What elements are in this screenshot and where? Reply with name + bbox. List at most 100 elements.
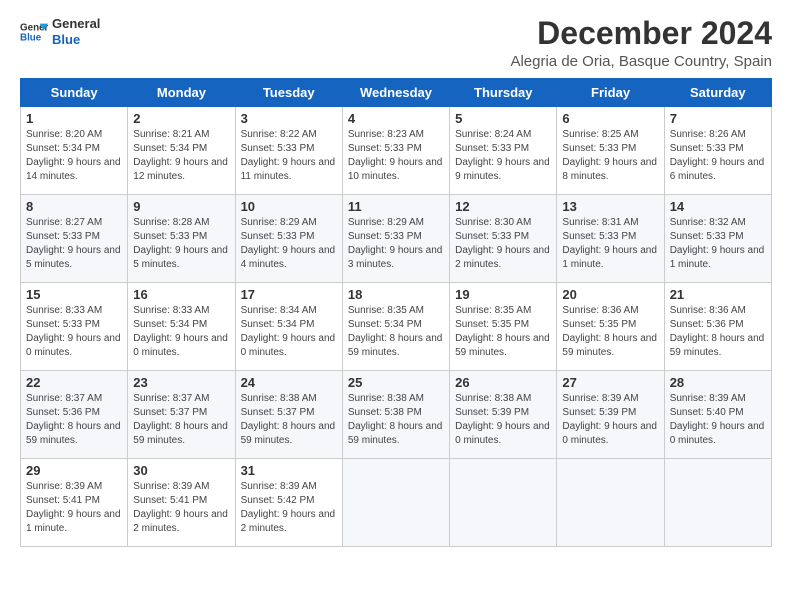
calendar-cell: 16 Sunrise: 8:33 AMSunset: 5:34 PMDaylig… <box>128 283 235 371</box>
header-row: Sunday Monday Tuesday Wednesday Thursday… <box>21 79 772 107</box>
calendar-cell: 19 Sunrise: 8:35 AMSunset: 5:35 PMDaylig… <box>450 283 557 371</box>
day-number: 18 <box>348 287 444 302</box>
day-detail: Sunrise: 8:35 AMSunset: 5:35 PMDaylight:… <box>455 305 550 358</box>
calendar-body: 1 Sunrise: 8:20 AMSunset: 5:34 PMDayligh… <box>21 107 772 547</box>
logo-text: General Blue <box>52 16 100 47</box>
col-thursday: Thursday <box>450 79 557 107</box>
calendar-cell: 24 Sunrise: 8:38 AMSunset: 5:37 PMDaylig… <box>235 371 342 459</box>
month-title: December 2024 <box>510 16 772 51</box>
calendar-cell: 17 Sunrise: 8:34 AMSunset: 5:34 PMDaylig… <box>235 283 342 371</box>
calendar-cell: 7 Sunrise: 8:26 AMSunset: 5:33 PMDayligh… <box>664 107 771 195</box>
day-detail: Sunrise: 8:37 AMSunset: 5:36 PMDaylight:… <box>26 393 121 446</box>
day-detail: Sunrise: 8:38 AMSunset: 5:38 PMDaylight:… <box>348 393 443 446</box>
day-detail: Sunrise: 8:34 AMSunset: 5:34 PMDaylight:… <box>241 305 336 358</box>
svg-text:Blue: Blue <box>20 32 42 43</box>
page-container: General Blue General Blue December 2024 … <box>20 16 772 547</box>
calendar-cell: 3 Sunrise: 8:22 AMSunset: 5:33 PMDayligh… <box>235 107 342 195</box>
day-number: 16 <box>133 287 229 302</box>
day-number: 7 <box>670 111 766 126</box>
calendar-cell: 4 Sunrise: 8:23 AMSunset: 5:33 PMDayligh… <box>342 107 449 195</box>
day-number: 31 <box>241 463 337 478</box>
day-detail: Sunrise: 8:28 AMSunset: 5:33 PMDaylight:… <box>133 217 228 270</box>
day-number: 29 <box>26 463 122 478</box>
day-detail: Sunrise: 8:39 AMSunset: 5:39 PMDaylight:… <box>562 393 657 446</box>
day-detail: Sunrise: 8:23 AMSunset: 5:33 PMDaylight:… <box>348 129 443 182</box>
day-number: 25 <box>348 375 444 390</box>
col-friday: Friday <box>557 79 664 107</box>
day-number: 6 <box>562 111 658 126</box>
calendar-cell: 8 Sunrise: 8:27 AMSunset: 5:33 PMDayligh… <box>21 195 128 283</box>
day-number: 12 <box>455 199 551 214</box>
title-block: December 2024 Alegria de Oria, Basque Co… <box>510 16 772 70</box>
calendar-cell: 23 Sunrise: 8:37 AMSunset: 5:37 PMDaylig… <box>128 371 235 459</box>
calendar-cell: 30 Sunrise: 8:39 AMSunset: 5:41 PMDaylig… <box>128 459 235 547</box>
day-detail: Sunrise: 8:38 AMSunset: 5:37 PMDaylight:… <box>241 393 336 446</box>
day-number: 2 <box>133 111 229 126</box>
day-detail: Sunrise: 8:29 AMSunset: 5:33 PMDaylight:… <box>241 217 336 270</box>
day-number: 19 <box>455 287 551 302</box>
day-detail: Sunrise: 8:30 AMSunset: 5:33 PMDaylight:… <box>455 217 550 270</box>
day-number: 23 <box>133 375 229 390</box>
calendar-cell: 26 Sunrise: 8:38 AMSunset: 5:39 PMDaylig… <box>450 371 557 459</box>
day-number: 27 <box>562 375 658 390</box>
day-number: 3 <box>241 111 337 126</box>
day-detail: Sunrise: 8:35 AMSunset: 5:34 PMDaylight:… <box>348 305 443 358</box>
header: General Blue General Blue December 2024 … <box>20 16 772 70</box>
day-detail: Sunrise: 8:37 AMSunset: 5:37 PMDaylight:… <box>133 393 228 446</box>
calendar-cell: 18 Sunrise: 8:35 AMSunset: 5:34 PMDaylig… <box>342 283 449 371</box>
calendar-cell: 25 Sunrise: 8:38 AMSunset: 5:38 PMDaylig… <box>342 371 449 459</box>
day-detail: Sunrise: 8:39 AMSunset: 5:42 PMDaylight:… <box>241 481 336 534</box>
calendar-cell: 14 Sunrise: 8:32 AMSunset: 5:33 PMDaylig… <box>664 195 771 283</box>
day-number: 30 <box>133 463 229 478</box>
day-number: 1 <box>26 111 122 126</box>
location-title: Alegria de Oria, Basque Country, Spain <box>510 53 772 70</box>
calendar-cell: 29 Sunrise: 8:39 AMSunset: 5:41 PMDaylig… <box>21 459 128 547</box>
calendar-week-4: 22 Sunrise: 8:37 AMSunset: 5:36 PMDaylig… <box>21 371 772 459</box>
calendar-cell: 12 Sunrise: 8:30 AMSunset: 5:33 PMDaylig… <box>450 195 557 283</box>
day-number: 22 <box>26 375 122 390</box>
calendar-cell: 22 Sunrise: 8:37 AMSunset: 5:36 PMDaylig… <box>21 371 128 459</box>
day-number: 15 <box>26 287 122 302</box>
calendar-header: Sunday Monday Tuesday Wednesday Thursday… <box>21 79 772 107</box>
day-detail: Sunrise: 8:39 AMSunset: 5:40 PMDaylight:… <box>670 393 765 446</box>
calendar-cell: 1 Sunrise: 8:20 AMSunset: 5:34 PMDayligh… <box>21 107 128 195</box>
logo-line2: Blue <box>52 32 100 48</box>
col-saturday: Saturday <box>664 79 771 107</box>
day-number: 14 <box>670 199 766 214</box>
day-detail: Sunrise: 8:24 AMSunset: 5:33 PMDaylight:… <box>455 129 550 182</box>
logo: General Blue General Blue <box>20 16 100 47</box>
calendar-cell: 10 Sunrise: 8:29 AMSunset: 5:33 PMDaylig… <box>235 195 342 283</box>
calendar-cell: 2 Sunrise: 8:21 AMSunset: 5:34 PMDayligh… <box>128 107 235 195</box>
day-detail: Sunrise: 8:33 AMSunset: 5:33 PMDaylight:… <box>26 305 121 358</box>
day-detail: Sunrise: 8:32 AMSunset: 5:33 PMDaylight:… <box>670 217 765 270</box>
day-detail: Sunrise: 8:36 AMSunset: 5:35 PMDaylight:… <box>562 305 657 358</box>
calendar-cell: 27 Sunrise: 8:39 AMSunset: 5:39 PMDaylig… <box>557 371 664 459</box>
day-detail: Sunrise: 8:33 AMSunset: 5:34 PMDaylight:… <box>133 305 228 358</box>
calendar-week-2: 8 Sunrise: 8:27 AMSunset: 5:33 PMDayligh… <box>21 195 772 283</box>
day-number: 10 <box>241 199 337 214</box>
col-tuesday: Tuesday <box>235 79 342 107</box>
day-detail: Sunrise: 8:27 AMSunset: 5:33 PMDaylight:… <box>26 217 121 270</box>
day-number: 11 <box>348 199 444 214</box>
day-number: 8 <box>26 199 122 214</box>
calendar-cell <box>664 459 771 547</box>
calendar-cell: 9 Sunrise: 8:28 AMSunset: 5:33 PMDayligh… <box>128 195 235 283</box>
logo-line1: General <box>52 16 100 32</box>
day-number: 9 <box>133 199 229 214</box>
day-detail: Sunrise: 8:22 AMSunset: 5:33 PMDaylight:… <box>241 129 336 182</box>
col-monday: Monday <box>128 79 235 107</box>
calendar-cell <box>557 459 664 547</box>
day-detail: Sunrise: 8:31 AMSunset: 5:33 PMDaylight:… <box>562 217 657 270</box>
calendar-cell: 11 Sunrise: 8:29 AMSunset: 5:33 PMDaylig… <box>342 195 449 283</box>
calendar-cell: 15 Sunrise: 8:33 AMSunset: 5:33 PMDaylig… <box>21 283 128 371</box>
day-detail: Sunrise: 8:25 AMSunset: 5:33 PMDaylight:… <box>562 129 657 182</box>
calendar-cell: 20 Sunrise: 8:36 AMSunset: 5:35 PMDaylig… <box>557 283 664 371</box>
calendar-week-5: 29 Sunrise: 8:39 AMSunset: 5:41 PMDaylig… <box>21 459 772 547</box>
calendar-cell: 31 Sunrise: 8:39 AMSunset: 5:42 PMDaylig… <box>235 459 342 547</box>
calendar-cell: 6 Sunrise: 8:25 AMSunset: 5:33 PMDayligh… <box>557 107 664 195</box>
calendar-cell: 13 Sunrise: 8:31 AMSunset: 5:33 PMDaylig… <box>557 195 664 283</box>
calendar-cell <box>450 459 557 547</box>
calendar-cell: 21 Sunrise: 8:36 AMSunset: 5:36 PMDaylig… <box>664 283 771 371</box>
day-number: 20 <box>562 287 658 302</box>
col-wednesday: Wednesday <box>342 79 449 107</box>
